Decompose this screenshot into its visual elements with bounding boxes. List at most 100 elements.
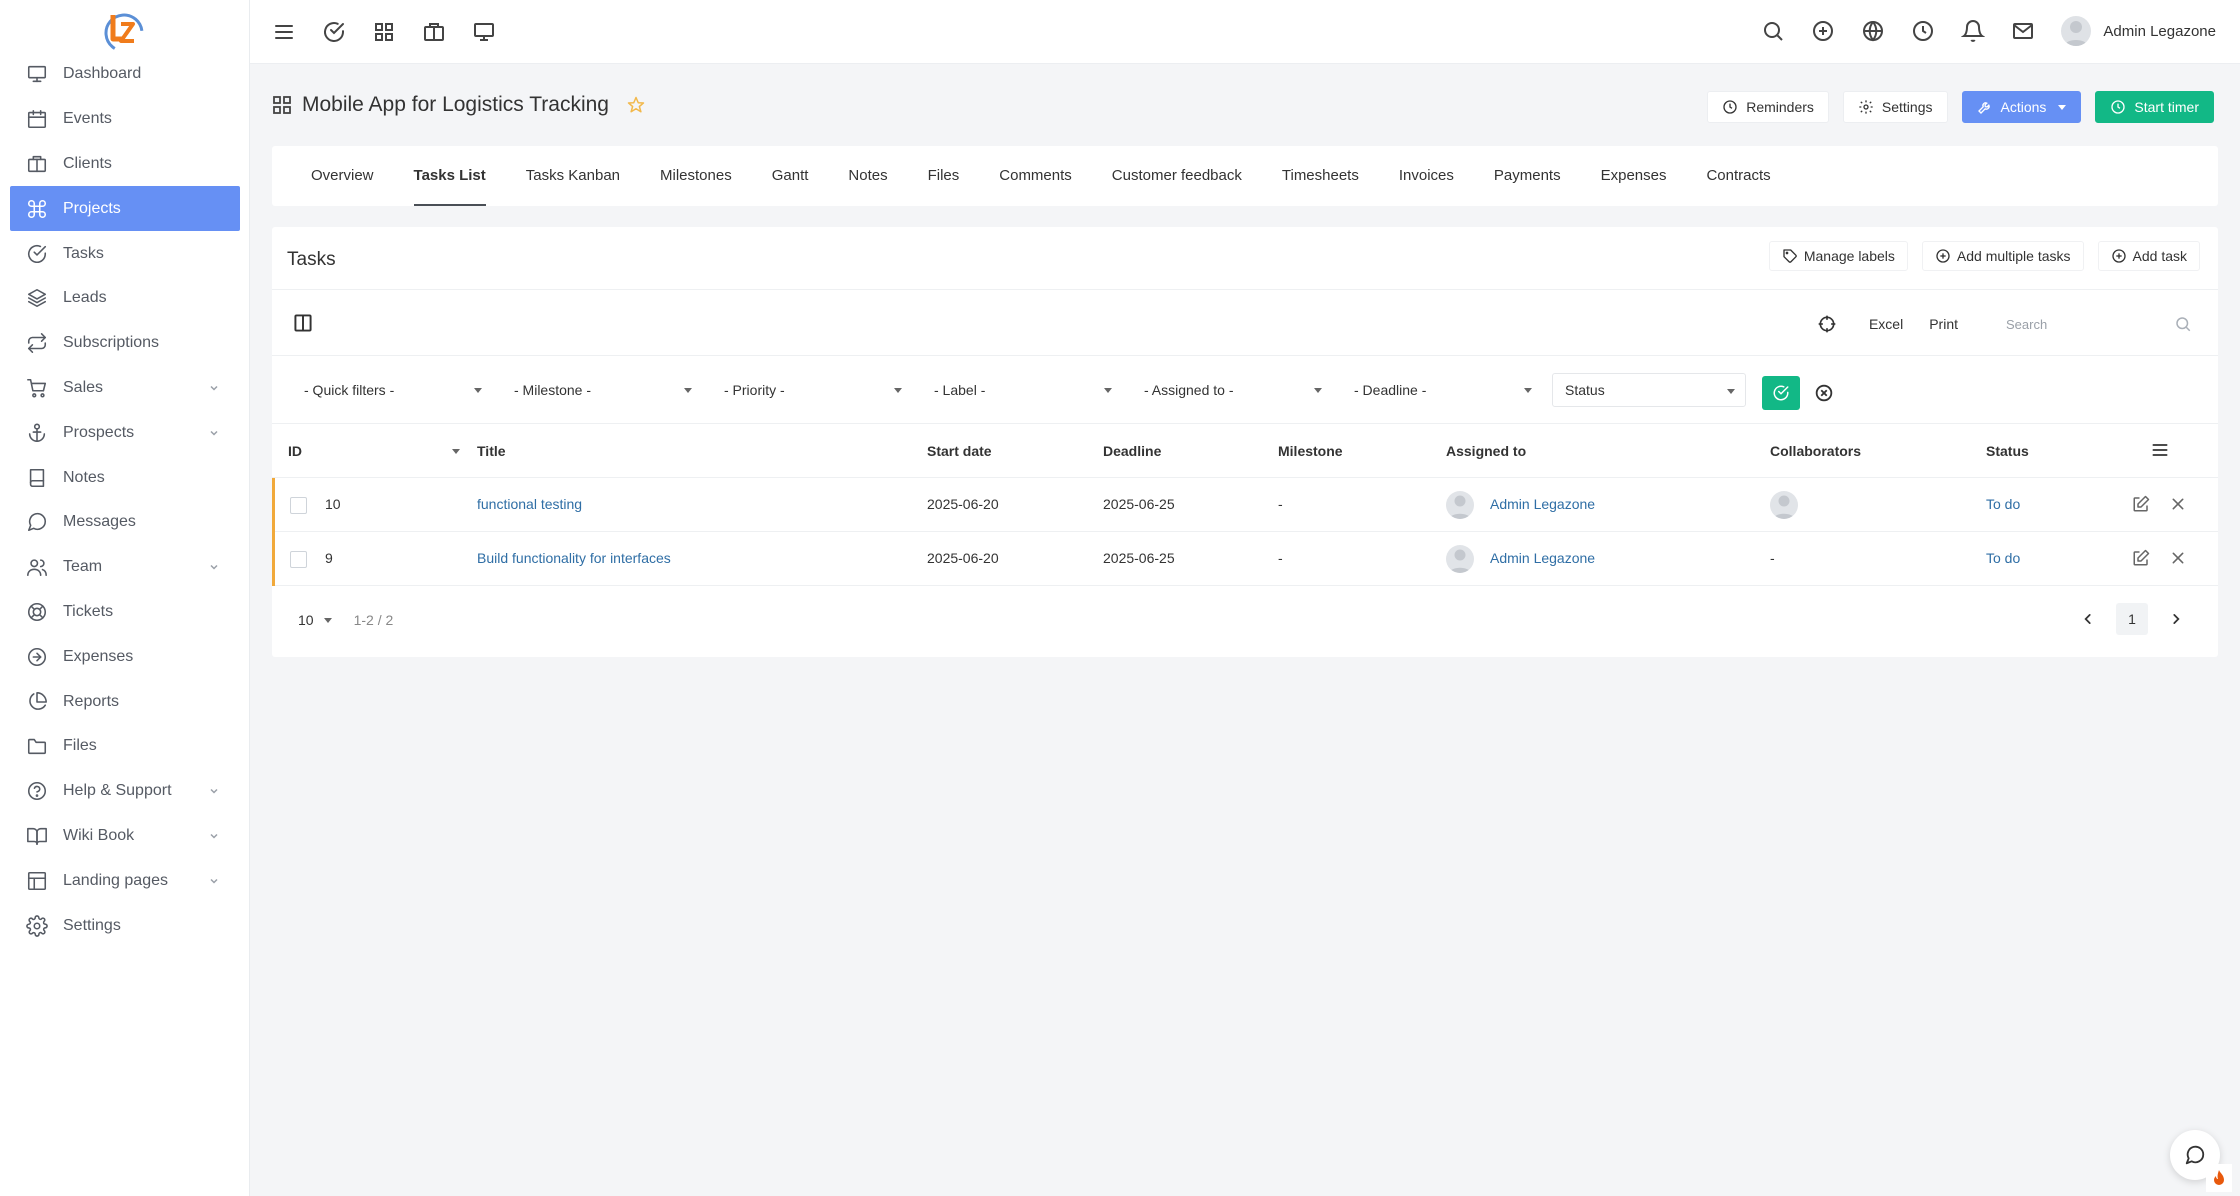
tab-files[interactable]: Files <box>908 146 980 206</box>
reminders-button[interactable]: Reminders <box>1707 91 1829 123</box>
quick-filters-label: - Quick filters - <box>304 382 395 398</box>
sidebar-item-tickets[interactable]: Tickets <box>0 590 250 635</box>
column-menu-icon[interactable] <box>2150 440 2170 460</box>
edit-icon[interactable] <box>2132 495 2150 513</box>
sidebar-item-sales[interactable]: Sales <box>0 366 250 411</box>
sidebar-item-team[interactable]: Team <box>0 545 250 590</box>
col-title[interactable]: Title <box>477 443 506 459</box>
start-timer-button[interactable]: Start timer <box>2095 91 2214 123</box>
sidebar-item-help-support[interactable]: Help & Support <box>0 769 250 814</box>
priority-select[interactable]: - Priority - <box>712 373 912 407</box>
milestone-select[interactable]: - Milestone - <box>502 373 702 407</box>
sidebar-item-events[interactable]: Events <box>0 97 250 142</box>
col-status[interactable]: Status <box>1986 443 2029 459</box>
status-select[interactable]: Status <box>1552 373 1746 407</box>
mail-icon[interactable] <box>2011 19 2035 43</box>
sidebar-item-clients[interactable]: Clients <box>0 142 250 187</box>
tab-tasks-list[interactable]: Tasks List <box>394 146 506 206</box>
task-title-link[interactable]: functional testing <box>477 496 582 512</box>
next-page-button[interactable] <box>2160 603 2192 635</box>
avatar <box>1446 491 1474 519</box>
add-task-button[interactable]: Add task <box>2097 241 2200 271</box>
assignee-link[interactable]: Admin Legazone <box>1490 496 1595 512</box>
row-checkbox[interactable] <box>290 497 307 514</box>
monitor-icon[interactable] <box>472 20 496 44</box>
row-checkbox[interactable] <box>290 551 307 568</box>
tab-customer-feedback[interactable]: Customer feedback <box>1092 146 1262 206</box>
sidebar-item-landing-pages[interactable]: Landing pages <box>0 858 250 903</box>
flame-icon[interactable] <box>2206 1164 2232 1192</box>
sidebar-item-prospects[interactable]: Prospects <box>0 410 250 455</box>
task-title-link[interactable]: Build functionality for interfaces <box>477 550 671 566</box>
close-icon[interactable] <box>2170 550 2186 566</box>
briefcase-icon[interactable] <box>422 20 446 44</box>
collaborator-avatar[interactable] <box>1770 491 1798 519</box>
columns-icon[interactable] <box>290 310 316 336</box>
star-icon[interactable] <box>627 96 645 114</box>
close-icon[interactable] <box>2170 496 2186 512</box>
tab-contracts[interactable]: Contracts <box>1686 146 1790 206</box>
sidebar-item-wiki-book[interactable]: Wiki Book <box>0 814 250 859</box>
sidebar-item-dashboard[interactable]: Dashboard <box>0 52 250 97</box>
tab-tasks-kanban[interactable]: Tasks Kanban <box>506 146 640 206</box>
sidebar-item-tasks[interactable]: Tasks <box>0 231 250 276</box>
col-milestone[interactable]: Milestone <box>1278 443 1343 459</box>
sidebar-item-messages[interactable]: Messages <box>0 500 250 545</box>
col-start-date[interactable]: Start date <box>927 443 992 459</box>
col-deadline[interactable]: Deadline <box>1103 443 1161 459</box>
search-input[interactable] <box>1996 308 2196 340</box>
grid-icon[interactable] <box>372 20 396 44</box>
user-menu[interactable]: Admin Legazone <box>2061 16 2216 46</box>
app-logo[interactable] <box>100 8 148 56</box>
tab-notes[interactable]: Notes <box>828 146 907 206</box>
quick-filters-select[interactable]: - Quick filters - <box>292 373 492 407</box>
tab-payments[interactable]: Payments <box>1474 146 1581 206</box>
assigned-to-select[interactable]: - Assigned to - <box>1132 373 1332 407</box>
tab-gantt[interactable]: Gantt <box>752 146 829 206</box>
deadline-select[interactable]: - Deadline - <box>1342 373 1542 407</box>
sidebar-item-files[interactable]: Files <box>0 724 250 769</box>
clock-icon[interactable] <box>1911 19 1935 43</box>
label-select[interactable]: - Label - <box>922 373 1122 407</box>
tab-milestones[interactable]: Milestones <box>640 146 752 206</box>
bell-icon[interactable] <box>1961 19 1986 43</box>
tab-expenses[interactable]: Expenses <box>1581 146 1687 206</box>
prev-page-button[interactable] <box>2072 603 2104 635</box>
page-button[interactable]: 1 <box>2116 603 2148 635</box>
check-circle-icon[interactable] <box>322 20 346 44</box>
crosshair-icon[interactable] <box>1817 314 1837 334</box>
sidebar-item-projects[interactable]: Projects <box>10 186 240 232</box>
sidebar-item-notes[interactable]: Notes <box>0 455 250 500</box>
task-status-link[interactable]: To do <box>1986 496 2020 512</box>
excel-button[interactable]: Excel <box>1863 316 1909 332</box>
assignee-link[interactable]: Admin Legazone <box>1490 550 1595 566</box>
search-icon <box>2176 317 2191 332</box>
apply-filters-button[interactable] <box>1762 376 1800 410</box>
clear-filters-icon[interactable] <box>1813 382 1835 404</box>
col-collaborators[interactable]: Collaborators <box>1770 443 1861 459</box>
tab-overview[interactable]: Overview <box>291 146 394 206</box>
sidebar-item-leads[interactable]: Leads <box>0 276 250 321</box>
add-multiple-tasks-button[interactable]: Add multiple tasks <box>1921 241 2084 271</box>
tab-timesheets[interactable]: Timesheets <box>1262 146 1379 206</box>
manage-labels-button[interactable]: Manage labels <box>1768 241 1908 271</box>
tab-invoices[interactable]: Invoices <box>1379 146 1474 206</box>
task-status-link[interactable]: To do <box>1986 550 2020 566</box>
priority-bar <box>272 532 275 586</box>
sidebar-item-settings[interactable]: Settings <box>0 903 250 948</box>
tab-comments[interactable]: Comments <box>979 146 1092 206</box>
print-button[interactable]: Print <box>1923 316 1964 332</box>
search-icon[interactable] <box>1761 19 1785 43</box>
actions-dropdown[interactable]: Actions <box>1961 91 2082 123</box>
sidebar-item-subscriptions[interactable]: Subscriptions <box>0 321 250 366</box>
plus-circle-icon[interactable] <box>1811 19 1835 43</box>
sidebar-item-reports[interactable]: Reports <box>0 679 250 724</box>
sidebar-item-expenses[interactable]: Expenses <box>0 634 250 679</box>
col-id[interactable]: ID <box>288 443 302 459</box>
col-assigned-to[interactable]: Assigned to <box>1446 443 1526 459</box>
globe-icon[interactable] <box>1861 19 1885 43</box>
edit-icon[interactable] <box>2132 549 2150 567</box>
settings-button[interactable]: Settings <box>1842 91 1948 123</box>
page-size-select[interactable]: 10 <box>298 612 332 628</box>
menu-icon[interactable] <box>272 20 296 44</box>
